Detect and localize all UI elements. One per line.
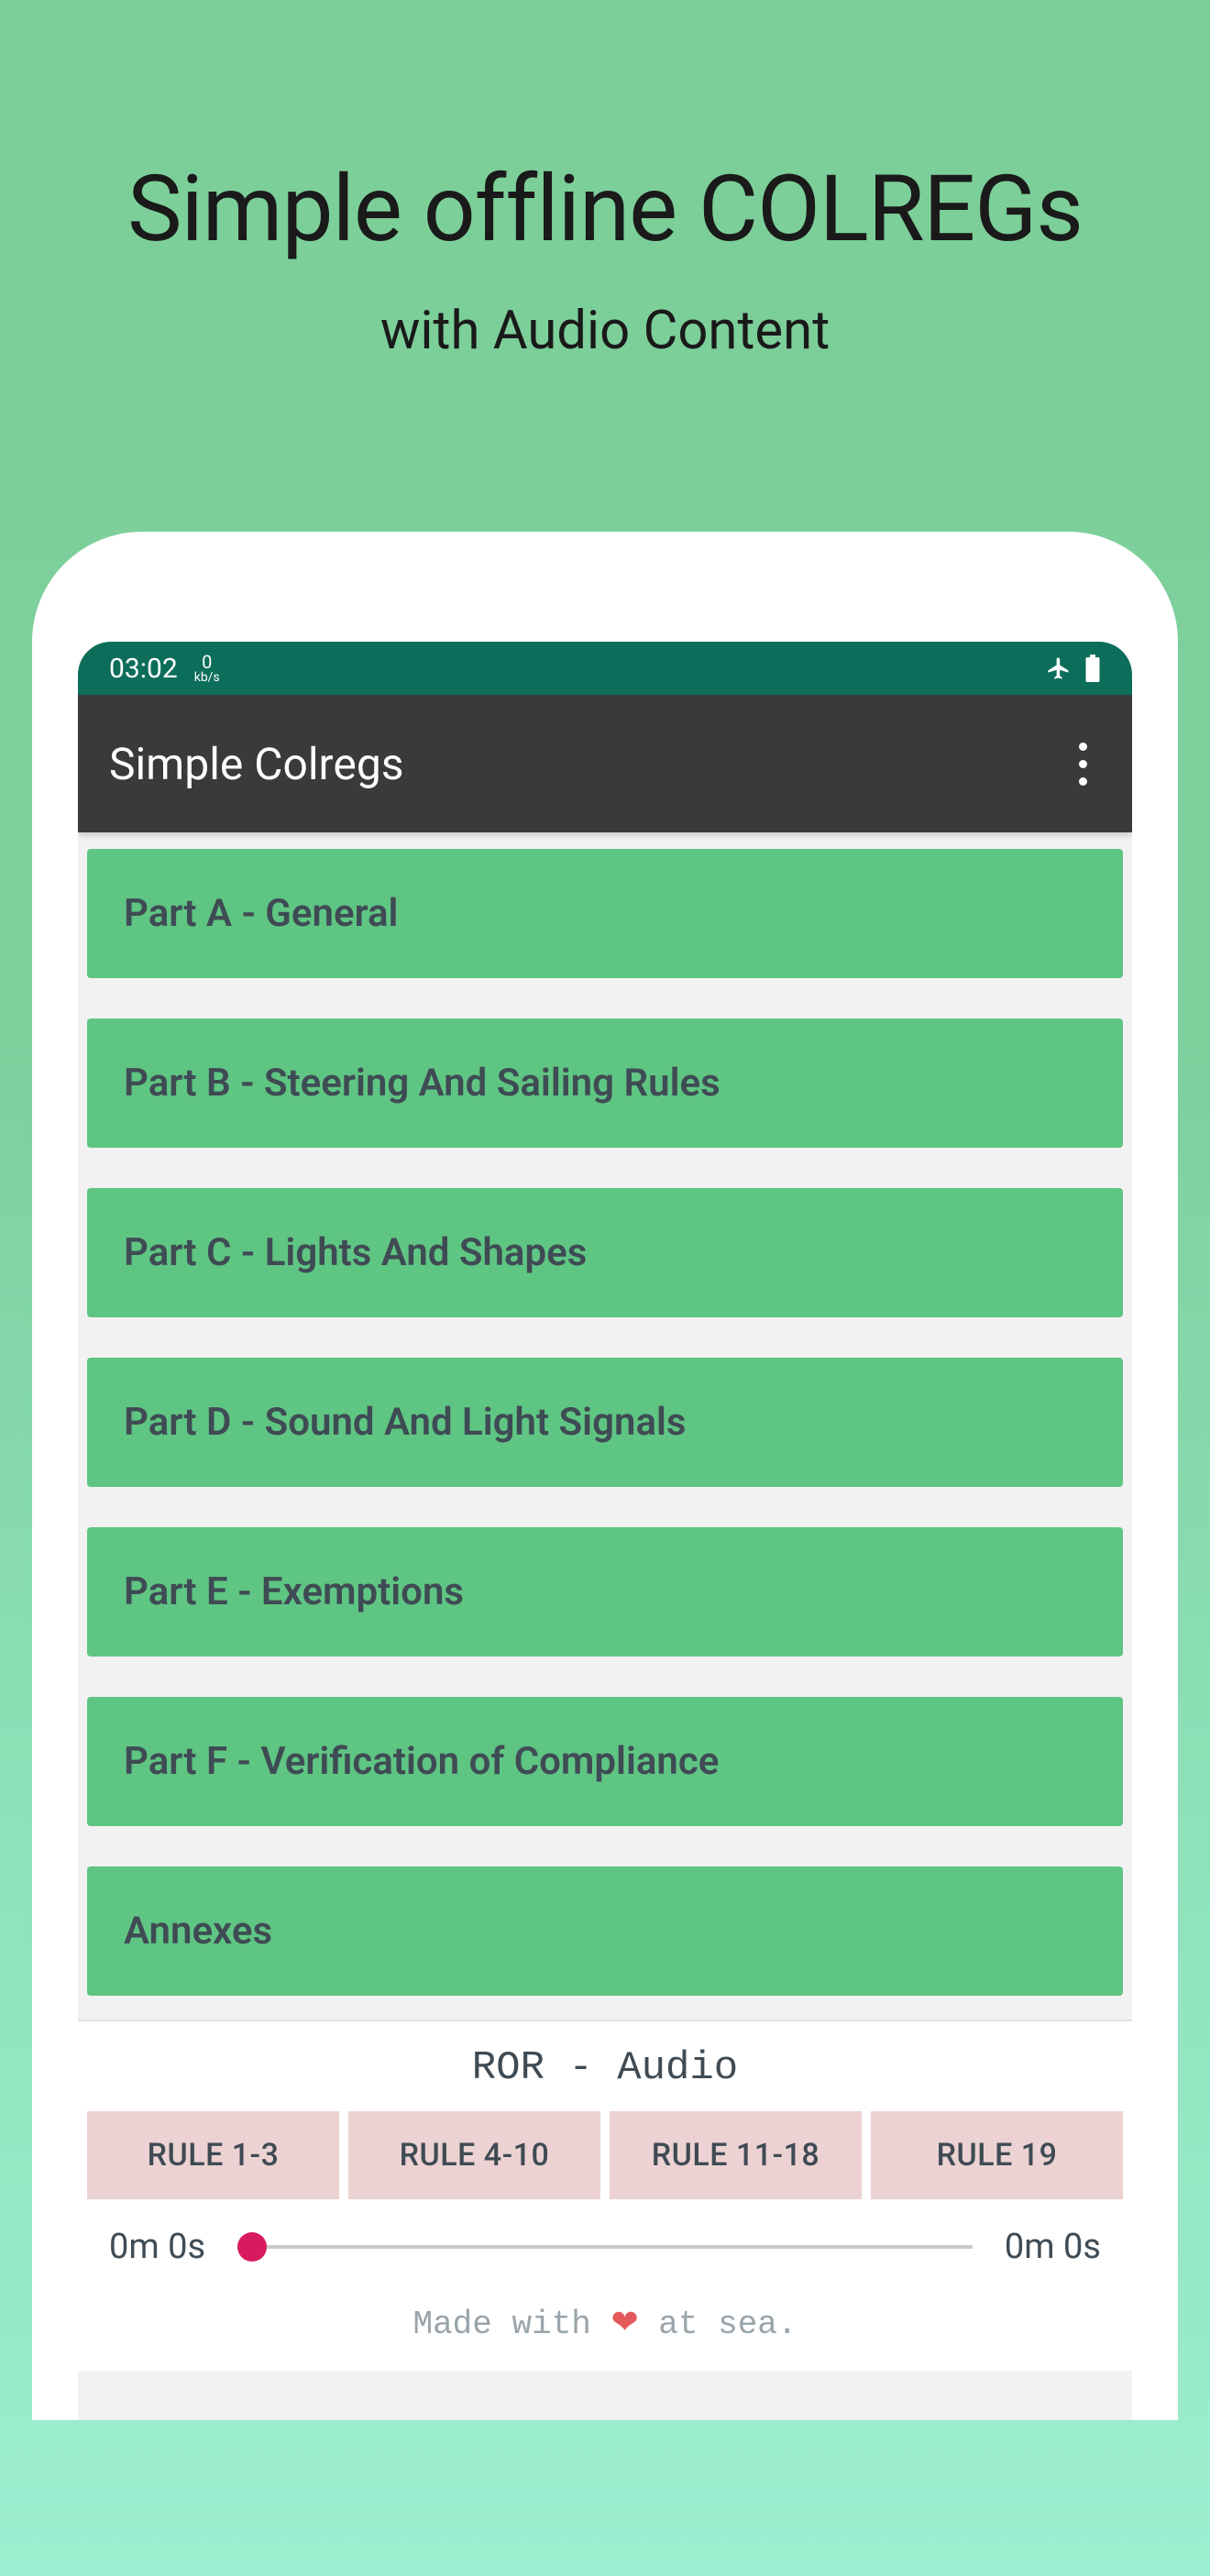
rule-tab-11-18[interactable]: RULE 11-18: [610, 2111, 862, 2199]
footer-credit: Made with ❤ at sea.: [78, 2276, 1132, 2371]
part-item-a[interactable]: Part A - General: [87, 849, 1123, 978]
app-title: Simple Colregs: [109, 738, 404, 790]
part-item-e[interactable]: Part E - Exemptions: [87, 1527, 1123, 1657]
audio-time-total: 0m 0s: [982, 2227, 1101, 2267]
rule-tab-1-3[interactable]: RULE 1-3: [87, 2111, 339, 2199]
audio-time-elapsed: 0m 0s: [109, 2227, 228, 2267]
battery-icon: [1084, 655, 1101, 682]
status-network-speed: 0 kb/s: [194, 653, 220, 684]
parts-list: Part A - General Part B - Steering And S…: [78, 832, 1132, 1996]
overflow-menu-icon[interactable]: [1064, 736, 1101, 791]
rule-tabs: RULE 1-3 RULE 4-10 RULE 11-18 RULE 19: [78, 2111, 1132, 2199]
part-item-f[interactable]: Part F - Verification of Compliance: [87, 1697, 1123, 1826]
heart-icon: ❤: [611, 2306, 639, 2343]
rule-tab-19[interactable]: RULE 19: [871, 2111, 1123, 2199]
rule-tab-4-10[interactable]: RULE 4-10: [348, 2111, 600, 2199]
part-item-b[interactable]: Part B - Steering And Sailing Rules: [87, 1018, 1123, 1148]
part-item-d[interactable]: Part D - Sound And Light Signals: [87, 1358, 1123, 1487]
hero-subtitle: with Audio Content: [0, 300, 1210, 362]
audio-panel: ROR - Audio RULE 1-3 RULE 4-10 RULE 11-1…: [78, 2020, 1132, 2371]
phone-frame: 03:02 0 kb/s Simple Colregs: [32, 532, 1178, 2420]
part-item-c[interactable]: Part C - Lights And Shapes: [87, 1188, 1123, 1317]
audio-section-title: ROR - Audio: [78, 2029, 1132, 2111]
status-time: 03:02: [109, 653, 178, 685]
app-bar: Simple Colregs: [78, 695, 1132, 832]
slider-thumb-icon[interactable]: [237, 2232, 267, 2262]
part-item-annexes[interactable]: Annexes: [87, 1866, 1123, 1996]
status-bar: 03:02 0 kb/s: [78, 642, 1132, 695]
audio-seek-slider[interactable]: [237, 2229, 973, 2265]
airplane-mode-icon: [1046, 655, 1072, 681]
device-screen: 03:02 0 kb/s Simple Colregs: [78, 642, 1132, 2420]
hero-title: Simple offline COLREGs: [0, 156, 1210, 263]
